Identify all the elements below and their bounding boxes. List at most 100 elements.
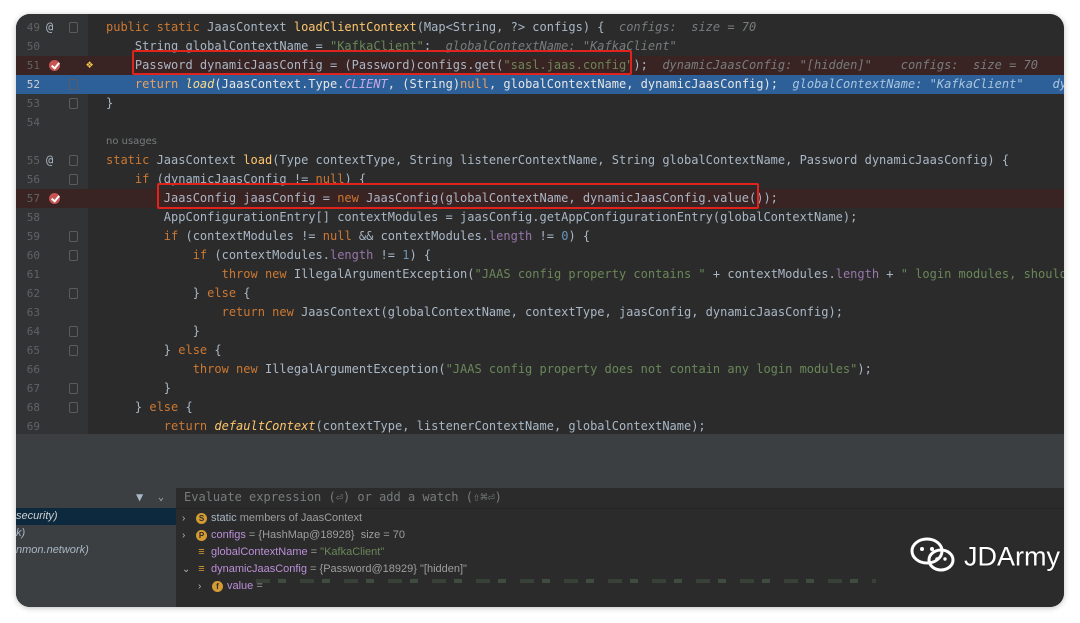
code-token: globalContextName: "KafkaClient" dynamic… [792,77,1064,91]
variable-name: dynamicJaasConfig [211,563,307,575]
dropdown-chevron-icon[interactable]: ⌄ [158,492,164,503]
code-line[interactable]: 69 return defaultContext(contextType, li… [16,417,1064,434]
line-number[interactable]: 51 [16,56,40,75]
code-line[interactable]: 64 } [16,322,1064,341]
code-text[interactable]: } [106,379,171,398]
evaluate-expression-input[interactable]: Evaluate expression (⏎) or add a watch (… [176,488,1064,509]
fold-marker-icon[interactable] [69,326,78,337]
breakpoint-icon[interactable] [49,193,60,204]
fold-marker-icon[interactable] [69,383,78,394]
line-number[interactable]: 60 [16,246,40,265]
code-token: != [380,248,403,262]
code-line[interactable]: 54 [16,113,1064,132]
frame-item[interactable]: k) [16,525,176,542]
code-line[interactable]: 58 AppConfigurationEntry[] contextModule… [16,208,1064,227]
breakpoint-icon[interactable] [49,60,60,71]
fold-marker-icon[interactable] [69,402,78,413]
code-line[interactable]: 59 if (contextModules != null && context… [16,227,1064,246]
code-text[interactable]: static JaasContext load(Type contextType… [106,151,1009,170]
code-token: null [460,77,489,91]
code-line[interactable]: 55 @ static JaasContext load(Type contextT… [16,151,1064,170]
code-text[interactable]: return load(JaasContext.Type.CLIENT, (St… [106,75,1064,94]
code-line[interactable]: 60 if (contextModules.length != 1) { [16,246,1064,265]
line-number[interactable]: 66 [16,360,40,379]
line-number[interactable]: 68 [16,398,40,417]
code-line[interactable]: 67 } [16,379,1064,398]
code-text[interactable]: } [106,94,113,113]
line-number[interactable]: 50 [16,37,40,56]
code-text[interactable]: throw new IllegalArgumentException("JAAS… [106,360,872,379]
variable-row[interactable]: ⌄ ≡ dynamicJaasConfig = {Password@18929} "… [182,561,467,578]
code-token: else [178,343,215,357]
code-line[interactable]: 53} [16,94,1064,113]
line-number[interactable]: 61 [16,265,40,284]
code-line[interactable]: 68 } else { [16,398,1064,417]
lightbulb-icon[interactable]: ❖ [86,57,93,71]
code-line[interactable]: 49 @ public static JaasContext loadClientC… [16,18,1064,37]
code-line[interactable]: 62 } else { [16,284,1064,303]
code-token: (JaasContext.Type. [214,77,345,91]
frame-item[interactable]: security) [16,508,176,525]
line-number[interactable]: 63 [16,303,40,322]
filter-icon[interactable]: ▼ [136,490,143,504]
code-line[interactable]: 66 throw new IllegalArgumentException("J… [16,360,1064,379]
code-token: dynamicJaasConfig: "[hidden]" configs: s… [662,58,1038,72]
line-number[interactable]: 52 [16,75,40,94]
expand-arrow-icon[interactable]: ⌄ [182,561,196,578]
line-number[interactable]: 53 [16,94,40,113]
line-number[interactable]: 65 [16,341,40,360]
code-line[interactable]: 65 } else { [16,341,1064,360]
line-number[interactable]: 55 [16,151,40,170]
fold-marker-icon[interactable] [69,250,78,261]
line-number[interactable]: 64 [16,322,40,341]
line-number[interactable]: 59 [16,227,40,246]
code-text[interactable]: } [106,322,200,341]
expand-arrow-icon[interactable]: › [182,510,196,527]
fold-marker-icon[interactable] [69,22,78,33]
code-token: ) { [409,248,432,262]
code-token: { [214,343,222,357]
code-text[interactable]: } else { [106,284,251,303]
variable-row[interactable]: ≡ globalContextName = "KafkaClient" [182,544,384,561]
fold-marker-icon[interactable] [69,98,78,109]
fold-marker-icon[interactable] [69,288,78,299]
frame-item[interactable]: nmon.network) [16,542,176,559]
code-text[interactable]: } else { [106,398,193,417]
expand-arrow-icon[interactable]: › [198,578,212,595]
code-token: defaultContext [214,419,316,433]
highlight-box-line-51 [132,50,632,75]
watermark-text: JDArmy [964,541,1060,572]
fold-marker-icon[interactable] [69,345,78,356]
code-text[interactable]: return new JaasContext(globalContextName… [106,303,843,322]
annotation-icon[interactable]: @ [46,20,53,35]
fold-marker-icon[interactable] [69,79,78,90]
code-text[interactable]: if (contextModules != null && contextMod… [106,227,590,246]
variable-row[interactable]: › Sstatic members of JaasContext [182,510,362,527]
fold-marker-icon[interactable] [69,155,78,166]
line-number[interactable]: 67 [16,379,40,398]
line-number[interactable]: 58 [16,208,40,227]
line-number[interactable]: 56 [16,170,40,189]
code-line[interactable]: 61 throw new IllegalArgumentException("J… [16,265,1064,284]
code-line[interactable]: 63 return new JaasContext(globalContextN… [16,303,1064,322]
annotation-icon[interactable]: @ [46,153,53,168]
fold-marker-icon[interactable] [69,231,78,242]
code-text[interactable]: throw new IllegalArgumentException("JAAS… [106,265,1064,284]
code-line[interactable]: 52 return load(JaasContext.Type.CLIENT, … [16,75,1064,94]
line-number[interactable]: 57 [16,189,40,208]
line-number[interactable]: 54 [16,113,40,132]
code-editor[interactable]: 49 @ public static JaasContext loadClientC… [16,14,1064,434]
code-text[interactable]: if (contextModules.length != 1) { [106,246,431,265]
code-text[interactable]: public static JaasContext loadClientCont… [106,18,756,37]
variable-row[interactable]: › Pconfigs = {HashMap@18928} size = 70 [182,527,405,544]
code-text[interactable]: AppConfigurationEntry[] contextModules =… [106,208,858,227]
code-text[interactable]: return defaultContext(contextType, liste… [106,417,706,434]
line-number[interactable]: 49 [16,18,40,37]
code-text[interactable]: } else { [106,341,222,360]
expand-arrow-icon[interactable]: › [182,527,196,544]
code-token: && contextModules. [358,229,489,243]
line-number[interactable]: 62 [16,284,40,303]
fold-marker-icon[interactable] [69,174,78,185]
code-token: throw new [106,267,294,281]
line-number[interactable]: 69 [16,417,40,434]
